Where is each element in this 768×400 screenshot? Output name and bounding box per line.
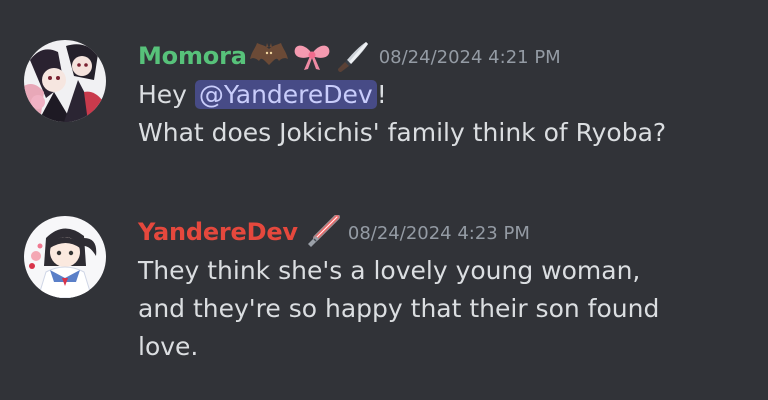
knife-icon bbox=[335, 39, 371, 73]
username[interactable]: Momora bbox=[138, 42, 247, 70]
message-content: YandereDev 08/24/2024 4:23 PM They think… bbox=[138, 212, 752, 366]
message-line: What does Jokichis' family think of Ryob… bbox=[138, 118, 667, 147]
username[interactable]: YandereDev bbox=[138, 218, 298, 246]
message-line: love. bbox=[138, 332, 199, 361]
message-line: and they're so happy that their son foun… bbox=[138, 294, 660, 323]
message-header: Momora 08/24/2024 4:21 PM bbox=[138, 36, 752, 76]
message-line: They think she's a lovely young woman, bbox=[138, 256, 641, 285]
message-line: Hey @YandereDev! bbox=[138, 76, 752, 114]
avatar[interactable] bbox=[24, 40, 106, 122]
timestamp: 08/24/2024 4:23 PM bbox=[347, 222, 530, 244]
chat-view: Momora 08/24/2024 4:21 PM Hey @YandereDe… bbox=[0, 0, 768, 400]
message-content: Momora 08/24/2024 4:21 PM Hey @YandereDe… bbox=[138, 36, 752, 152]
lightsaber-icon bbox=[304, 215, 340, 249]
bow-icon bbox=[291, 39, 333, 73]
mention-chip[interactable]: @YandereDev bbox=[194, 80, 377, 109]
bat-icon bbox=[249, 39, 289, 73]
message-header: YandereDev 08/24/2024 4:23 PM bbox=[138, 212, 752, 252]
message-text: ! bbox=[376, 80, 387, 109]
timestamp: 08/24/2024 4:21 PM bbox=[378, 46, 561, 68]
avatar[interactable] bbox=[24, 216, 106, 298]
message-text: Hey bbox=[138, 80, 195, 109]
